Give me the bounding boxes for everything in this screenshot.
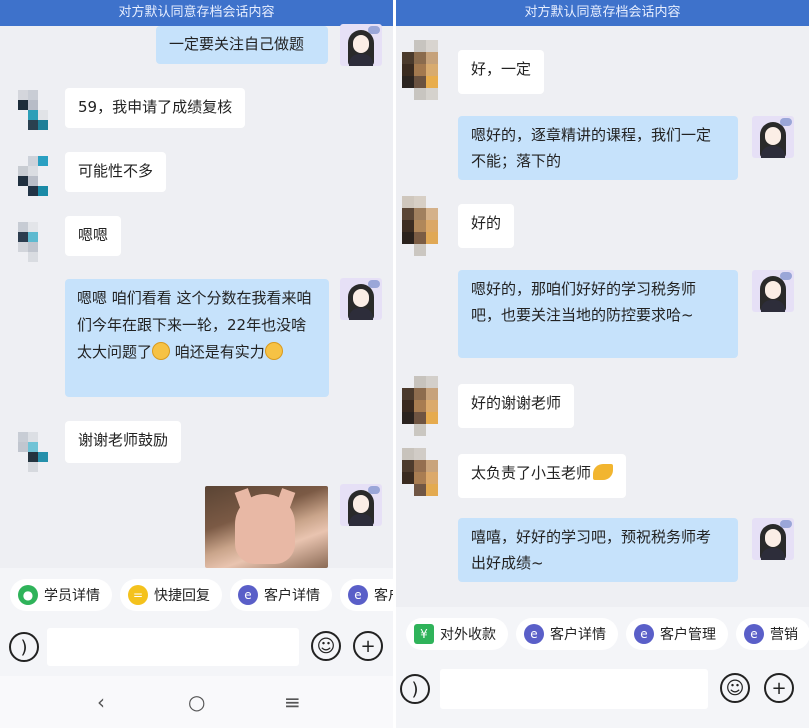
chip-label: 客户管理 [660,627,716,643]
smiley-icon[interactable]: ☺ [720,673,750,703]
left-chat-panel: 对方默认同意存档会话内容 一定要关注自己做题 59，我申请了成绩复核 可能性不多… [0,0,393,728]
chip-label: 客户详情 [264,588,320,604]
customer-icon: e [744,624,764,644]
user-icon: ● [18,585,38,605]
customer-icon: e [238,585,258,605]
message-input[interactable] [47,628,299,666]
chip-label: 对外收款 [440,627,496,643]
message-bubble-outgoing[interactable]: 嗯好的，逐章精讲的课程，我们一定不能；落下的 [458,116,738,180]
chip-label: 营销 [770,627,798,643]
message-text: 咱还是有实力 [174,343,265,361]
contact-avatar[interactable] [402,376,448,436]
student-details-chip[interactable]: ● 学员详情 [10,579,112,611]
contact-avatar[interactable] [402,448,448,506]
message-input[interactable] [440,669,708,709]
plus-icon[interactable]: + [764,673,794,703]
contact-avatar[interactable] [402,40,448,100]
message-input-bar: ) ☺ + [0,618,393,678]
contact-avatar[interactable] [18,90,48,130]
message-bubble-incoming[interactable]: 好，一定 [458,50,545,94]
message-bubble-incoming[interactable]: 59，我申请了成绩复核 [65,88,246,128]
marketing-chip[interactable]: e 营销 [736,618,809,650]
customer-icon: e [348,585,368,605]
archive-notice-banner: 对方默认同意存档会话内容 [396,0,809,26]
contact-avatar[interactable] [18,156,48,196]
home-icon[interactable]: ○ [188,690,205,714]
image-message[interactable] [205,486,328,568]
my-avatar[interactable] [340,278,382,320]
message-bubble-incoming[interactable]: 太负责了小玉老师 [458,454,627,498]
message-bubble-outgoing[interactable]: 嗯嗯 咱们看看 这个分数在我看来咱们今年在跟下来一轮，22年也没啥太大问题了 咱… [65,279,329,397]
external-payment-chip[interactable]: ¥ 对外收款 [406,618,508,650]
chip-label: 客户详情 [550,627,606,643]
my-avatar[interactable] [752,116,794,158]
my-avatar[interactable] [340,24,382,66]
message-text: 太负责了小玉老师 [471,464,592,482]
customer-icon: e [634,624,654,644]
menu-icon[interactable]: ≡ [284,690,301,714]
plus-icon[interactable]: + [353,631,383,661]
contact-avatar[interactable] [18,432,48,472]
yuan-icon: ¥ [414,624,434,644]
chip-label: 学员详情 [44,588,100,604]
contact-avatar[interactable] [402,196,448,256]
quick-reply-chip[interactable]: = 快捷回复 [120,579,222,611]
system-nav-bar: ‹ ○ ≡ [0,676,393,728]
customer-details-chip[interactable]: e 客户详情 [230,579,332,611]
quick-action-bar: ¥ 对外收款 e 客户详情 e 客户管理 e 营销 [396,607,809,661]
smiley-icon[interactable]: ☺ [311,631,341,661]
pray-hands-emoji-icon [593,464,614,480]
quick-reply-icon: = [128,585,148,605]
message-input-bar: ) ☺ + [396,661,809,728]
customer-chip[interactable]: e 客户 [340,579,393,611]
customer-details-chip[interactable]: e 客户详情 [516,618,618,650]
right-chat-panel: 对方默认同意存档会话内容 好，一定 嗯好的，逐章精讲的课程，我们一定不能；落下的… [396,0,809,728]
message-bubble-outgoing[interactable]: 嘻嘻，好好的学习吧，预祝税务师考出好成绩~ [458,518,738,582]
message-bubble-outgoing[interactable]: 一定要关注自己做题 [156,26,328,64]
voice-icon[interactable]: ) [9,632,39,662]
message-bubble-incoming[interactable]: 谢谢老师鼓励 [65,421,182,463]
message-bubble-incoming[interactable]: 好的谢谢老师 [458,384,575,428]
voice-icon[interactable]: ) [400,674,430,704]
message-bubble-incoming[interactable]: 好的 [458,204,515,248]
message-bubble-incoming[interactable]: 可能性不多 [65,152,167,192]
thinking-emoji-icon [152,342,171,360]
message-bubble-incoming[interactable]: 嗯嗯 [65,216,122,256]
my-avatar[interactable] [752,270,794,312]
thinking-emoji-icon [264,342,283,360]
chip-label: 客户 [374,588,393,604]
customer-icon: e [524,624,544,644]
contact-avatar[interactable] [18,222,48,262]
chip-label: 快捷回复 [154,588,210,604]
customer-management-chip[interactable]: e 客户管理 [626,618,728,650]
back-icon[interactable]: ‹ [97,690,105,714]
archive-notice-banner: 对方默认同意存档会话内容 [0,0,393,26]
quick-action-bar: ● 学员详情 = 快捷回复 e 客户详情 e 客户 [0,568,393,622]
my-avatar[interactable] [340,484,382,526]
message-bubble-outgoing[interactable]: 嗯好的，那咱们好好的学习税务师吧，也要关注当地的防控要求哈~ [458,270,738,358]
my-avatar[interactable] [752,518,794,560]
